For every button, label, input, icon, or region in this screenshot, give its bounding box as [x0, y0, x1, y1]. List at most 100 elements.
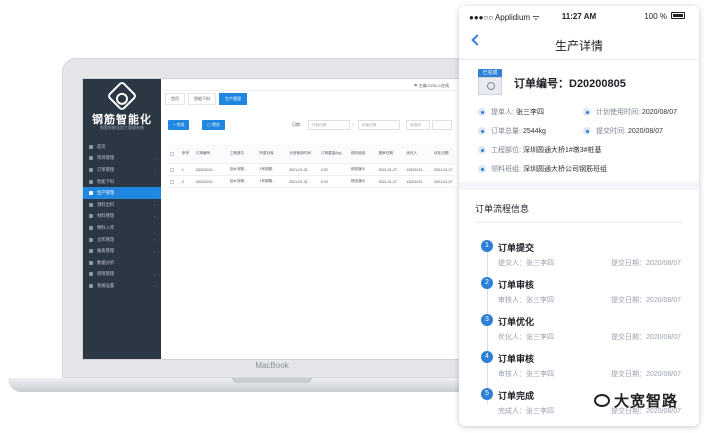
table-header-cell: 所属仓库 [259, 151, 274, 155]
submit-time-row: 提交时间: 2020/08/07 [583, 126, 663, 136]
step-person: 优化人：张三李四 [498, 334, 554, 341]
plan-date-row: 计划使用时间: 2020/08/07 [583, 107, 677, 117]
applicant-value: 张三李四 [515, 109, 544, 116]
table-cell: 2021-01-27 [434, 179, 453, 184]
table-header-cell: 优化人 [406, 151, 418, 155]
step-number-badge: 1 [481, 240, 493, 252]
table-cell: 12021012... [406, 179, 426, 184]
table-row[interactable]: 1 D2021012... 自水河隧... 1号钢筋... 2021-01-31 0.02… [168, 164, 454, 176]
table-cell: 2021-01-31 [289, 167, 308, 172]
laptop-brand-label: MacBook [255, 361, 289, 370]
preview-button[interactable]: ▢ 预览 [202, 120, 225, 130]
table-cell: 领班演示 [350, 179, 366, 183]
keyword-input[interactable] [432, 120, 452, 130]
table-header-cell: 领料班组 [350, 151, 366, 155]
battery-icon [671, 12, 685, 19]
row-checkbox[interactable] [170, 167, 174, 172]
seal-icon [487, 82, 495, 90]
status-select[interactable]: 请选择 [406, 120, 430, 130]
date-range-separator: ~ [352, 122, 355, 127]
location-icon [478, 146, 486, 154]
step-title: 订单审核 [498, 280, 535, 290]
section-separator [459, 182, 699, 190]
applicant-row: 提单人: 张三李四 [478, 107, 544, 117]
table-cell: 2021-01-27 [434, 167, 453, 172]
site-value: 深圳圆通大桥1#墩3#桩基 [522, 147, 602, 154]
table-header-cell: 序号 [181, 151, 190, 155]
watermark: 大宽智路 [594, 390, 678, 411]
table-cell: 领班演示 [350, 167, 366, 171]
status-seal [478, 77, 502, 95]
content-area: + 完成 ▢ 预览 日期 开始日期 ~ 结束日期 请选择 搜索 序号 订单编号 工程… [82, 78, 460, 360]
flow-divider [475, 222, 683, 223]
submit-time-value: 2020/08/07 [627, 127, 663, 135]
team-row: 领料班组: 深圳圆通大桥公司钢筋班组 [478, 164, 607, 174]
table-cell: 2021-01-27 [378, 167, 397, 172]
row-checkbox[interactable] [170, 179, 174, 184]
table-cell: 自水河隧... [229, 179, 247, 183]
date-end-input[interactable]: 结束日期 [358, 120, 400, 130]
row-checkbox-cell [168, 179, 180, 184]
step-person: 完成人：张三李四 [498, 408, 554, 415]
phone-frame: ●●●○○ Applidium ᯤ 11:27 AM 100 % 生产详情 已完… [459, 6, 699, 426]
step-number-badge: 2 [481, 277, 493, 289]
submit-time-label: 提交时间: [596, 128, 626, 135]
weight-icon [478, 127, 486, 135]
toolbar: + 完成 ▢ 预览 日期 开始日期 ~ 结束日期 请选择 搜索 [168, 118, 454, 132]
step-number-badge: 5 [481, 388, 493, 400]
table-cell: 1 [181, 167, 184, 172]
site-label: 工程部位: [491, 147, 521, 154]
date-filter-label: 日期 [292, 122, 300, 127]
table-cell: 自水河隧... [229, 167, 247, 171]
weight-row: 订单总量: 2544kg [478, 126, 546, 136]
table-cell: D2021012... [195, 167, 216, 172]
order-number: 订单编号：D20200805 [514, 78, 626, 90]
date-start-input[interactable]: 开始日期 [308, 120, 350, 130]
step-person: 审核人：张三李四 [498, 297, 554, 304]
table-header-cell: 优化日期 [434, 151, 449, 155]
step-person: 审核人：张三李四 [498, 371, 554, 378]
table-header-cell: 订单重量(kg) [320, 151, 342, 155]
step-date: 提交日期：2020/08/07 [610, 371, 681, 378]
complete-button[interactable]: + 完成 [168, 120, 190, 130]
table-cell: 2021-01-31 [289, 179, 308, 184]
table-cell: D2021012... [195, 179, 216, 184]
table-cell: 2021-01-27 [378, 179, 397, 184]
table-cell: 1号钢筋... [259, 179, 276, 183]
team-label: 领料班组: [491, 166, 521, 173]
laptop-notch [232, 378, 312, 383]
table-row[interactable]: 2 D2021012... 自水河隧... 1号钢筋... 2021-01-31 0.02… [168, 176, 454, 188]
plan-date-label: 计划使用时间: [596, 109, 640, 116]
step-number-badge: 3 [481, 314, 493, 326]
weight-value: 2544kg [522, 127, 546, 135]
step-date: 提交日期：2020/08/07 [610, 297, 681, 304]
person-icon [478, 108, 486, 116]
weight-label: 订单总量: [491, 128, 521, 135]
calendar-icon [583, 127, 591, 135]
page-title: 生产详情 [554, 39, 603, 53]
table-header-cell: 订单编号 [195, 151, 211, 155]
plan-date-value: 2020/08/07 [641, 108, 677, 116]
step-title: 订单完成 [498, 391, 535, 401]
team-value: 深圳圆通大桥公司钢筋班组 [522, 166, 607, 173]
row-checkbox-cell [168, 151, 180, 156]
row-checkbox-cell [168, 167, 180, 172]
table-header-cell: 工程部位 [229, 151, 244, 155]
flow-title: 订单流程信息 [475, 204, 530, 214]
step-title: 订单审核 [498, 354, 535, 364]
table-cell: 12021012... [406, 167, 426, 172]
clock-icon [583, 108, 591, 116]
production-table: 序号 订单编号 工程部位 所属仓库 计划使用时间 订单重量(kg) 领料班组 报审日期 优化人 优… [168, 144, 454, 188]
table-header-row: 序号 订单编号 工程部位 所属仓库 计划使用时间 订单重量(kg) 领料班组 报审日期 优化人 优… [168, 144, 454, 164]
table-cell: 0.02 [320, 179, 328, 184]
step-title: 订单优化 [498, 317, 535, 327]
site-row: 工程部位: 深圳圆通大桥1#墩3#桩基 [478, 145, 602, 155]
row-checkbox[interactable] [170, 151, 174, 156]
step-title: 订单提交 [498, 243, 535, 253]
wechat-icon [594, 394, 610, 407]
team-icon [478, 165, 486, 173]
status-bar: ●●●○○ Applidium ᯤ 11:27 AM 100 % [459, 6, 699, 26]
table-cell: 0.02 [320, 167, 328, 172]
table-cell: 2 [181, 179, 184, 184]
step-person: 提交人：张三李四 [498, 260, 554, 267]
